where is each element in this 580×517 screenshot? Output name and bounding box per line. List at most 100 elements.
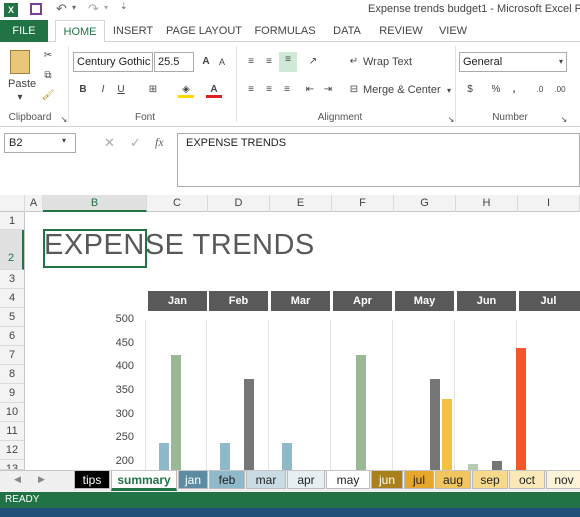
percent-button[interactable]: % (488, 82, 504, 98)
column-header-i[interactable]: I (518, 195, 580, 212)
name-box-dropdown-icon[interactable]: ▾ (62, 136, 66, 145)
row-header-10[interactable]: 10 (0, 403, 24, 422)
sheet-tabs-bar: ◀ ▶ tips summary jan feb mar apr may jun jul aug s… (0, 470, 580, 492)
merge-center-icon[interactable]: ⊟ (346, 82, 362, 98)
insert-function-icon[interactable]: fx (155, 135, 164, 150)
cancel-icon[interactable]: ✕ (104, 135, 115, 151)
sheet-tab-apr[interactable]: apr (287, 471, 325, 489)
font-color-icon[interactable]: A (206, 82, 222, 98)
row-header-8[interactable]: 8 (0, 365, 24, 384)
tab-home[interactable]: HOME (55, 20, 105, 43)
row-header-7[interactable]: 7 (0, 346, 24, 365)
sheet-tab-tips[interactable]: tips (74, 471, 110, 489)
bold-button[interactable]: B (75, 82, 91, 98)
italic-button[interactable]: I (95, 82, 111, 98)
orientation-icon[interactable]: ↗ (305, 54, 321, 70)
redo-dropdown-icon[interactable]: ▾ (104, 3, 108, 12)
tab-review[interactable]: REVIEW (375, 20, 427, 42)
wrap-text-button[interactable]: Wrap Text (363, 56, 412, 68)
column-header-b[interactable]: B (43, 195, 147, 212)
fill-color-icon[interactable]: ◈ (178, 82, 194, 98)
align-bottom-icon[interactable]: ≡ (279, 52, 297, 72)
column-header-g[interactable]: G (394, 195, 456, 212)
undo-icon[interactable]: ↶ (56, 1, 67, 17)
comma-button[interactable]: , (506, 82, 522, 98)
format-painter-icon[interactable]: 🖌 (40, 88, 56, 104)
tab-page-layout[interactable]: PAGE LAYOUT (164, 20, 244, 42)
tab-insert[interactable]: INSERT (110, 20, 156, 42)
number-group-label: Number (492, 112, 528, 123)
customize-qat-icon[interactable]: ⇣ (120, 1, 128, 12)
sheet-tab-may[interactable]: may (326, 471, 370, 489)
sheet-tab-mar[interactable]: mar (246, 471, 286, 489)
number-format-select[interactable]: General (459, 52, 567, 72)
number-launcher-icon[interactable]: ↘ (556, 112, 572, 128)
undo-dropdown-icon[interactable]: ▾ (72, 3, 76, 12)
sheet-tab-nov[interactable]: nov (546, 471, 580, 489)
increase-indent-icon[interactable]: ⇥ (320, 82, 336, 98)
column-header-d[interactable]: D (208, 195, 270, 212)
sheet-tab-aug[interactable]: aug (435, 471, 471, 489)
align-center-icon[interactable]: ≡ (261, 82, 277, 98)
row-header-6[interactable]: 6 (0, 327, 24, 346)
align-top-icon[interactable]: ≡ (243, 54, 259, 70)
font-name-select[interactable]: Century Gothic (73, 52, 153, 72)
align-left-icon[interactable]: ≡ (243, 82, 259, 98)
row-header-11[interactable]: 11 (0, 422, 24, 441)
align-right-icon[interactable]: ≡ (279, 82, 295, 98)
number-format-dropdown-icon[interactable]: ▾ (553, 54, 569, 70)
column-header-e[interactable]: E (270, 195, 332, 212)
font-size-select[interactable]: 25.5 (154, 52, 194, 72)
paste-button[interactable]: Paste (8, 78, 36, 90)
decrease-decimal-icon[interactable]: .00 (552, 82, 568, 98)
column-header-f[interactable]: F (332, 195, 394, 212)
save-icon[interactable] (30, 3, 42, 15)
currency-button[interactable]: $ (462, 82, 478, 98)
borders-icon[interactable]: ⊞ (145, 82, 161, 98)
tab-formulas[interactable]: FORMULAS (253, 20, 317, 42)
column-header-c[interactable]: C (147, 195, 208, 212)
row-header-2[interactable]: 2 (0, 230, 24, 270)
active-cell-border (43, 229, 147, 268)
row-header-13[interactable]: 13 (0, 460, 24, 470)
sheet-tab-feb[interactable]: feb (209, 471, 245, 489)
decrease-indent-icon[interactable]: ⇤ (302, 82, 318, 98)
row-header-5[interactable]: 5 (0, 308, 24, 327)
sheet-tab-sep[interactable]: sep (472, 471, 508, 489)
sheet-tab-jul[interactable]: jul (404, 471, 434, 489)
merge-center-button[interactable]: Merge & Center (363, 84, 441, 96)
row-header-12[interactable]: 12 (0, 441, 24, 460)
sheet-tab-jun[interactable]: jun (371, 471, 403, 489)
sheet-tab-oct[interactable]: oct (509, 471, 545, 489)
row-header-4[interactable]: 4 (0, 289, 24, 308)
enter-icon[interactable]: ✓ (130, 135, 141, 151)
wrap-text-icon[interactable]: ↵ (346, 54, 362, 70)
row-header-3[interactable]: 3 (0, 270, 24, 289)
row-header-9[interactable]: 9 (0, 384, 24, 403)
column-header-h[interactable]: H (456, 195, 518, 212)
redo-icon[interactable]: ↷ (88, 1, 99, 17)
clipboard-group-label: Clipboard (8, 112, 52, 123)
clipboard-launcher-icon[interactable]: ↘ (56, 112, 72, 128)
cut-icon[interactable]: ✂ (40, 48, 56, 64)
paste-icon[interactable] (10, 50, 30, 74)
tab-file[interactable]: FILE (0, 20, 48, 42)
sheet-tab-summary[interactable]: summary (111, 471, 177, 491)
ribbon-tabs: FILE HOME INSERT PAGE LAYOUT FORMULAS DA… (0, 20, 580, 43)
column-header-a[interactable]: A (25, 195, 43, 212)
shrink-font-icon[interactable]: A (214, 54, 230, 70)
row-header-1[interactable]: 1 (0, 212, 24, 230)
sheet-tab-jan[interactable]: jan (178, 471, 208, 489)
paste-dropdown-icon[interactable]: ▾ (12, 90, 28, 106)
tab-data[interactable]: DATA (327, 20, 367, 42)
select-all-corner[interactable] (0, 195, 25, 212)
excel-window: X ↶ ▾ ↷ ▾ ⇣ Expense trends budget1 - Mic… (0, 0, 580, 517)
align-middle-icon[interactable]: ≡ (261, 54, 277, 70)
formula-input[interactable]: EXPENSE TRENDS (177, 133, 580, 187)
copy-icon[interactable]: ⧉ (40, 68, 56, 84)
increase-decimal-icon[interactable]: .0 (532, 82, 548, 98)
grow-font-icon[interactable]: A (198, 54, 214, 70)
tab-view[interactable]: VIEW (434, 20, 472, 42)
underline-button[interactable]: U (113, 82, 129, 98)
alignment-launcher-icon[interactable]: ↘ (443, 112, 459, 128)
